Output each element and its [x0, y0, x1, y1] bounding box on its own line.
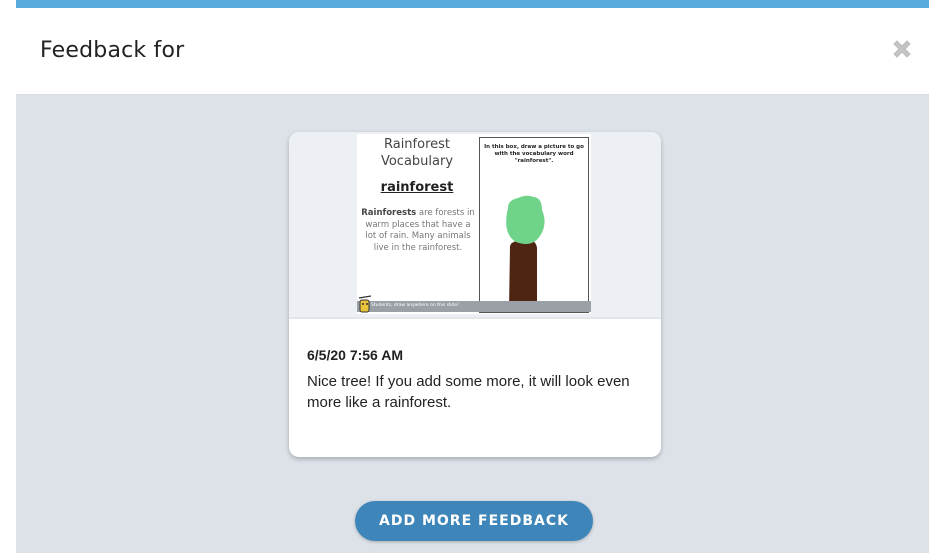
- tree-drawing: [506, 195, 545, 312]
- slide-footer-text: Students, draw anywhere on this slide!: [371, 303, 459, 308]
- mascot-icon: [358, 295, 372, 313]
- feedback-card: Rainforest Vocabulary rainforest Rainfor…: [289, 132, 661, 457]
- add-more-feedback-button[interactable]: ADD MORE FEEDBACK: [355, 501, 593, 541]
- feedback-text: Nice tree! If you add some more, it will…: [307, 373, 630, 411]
- slide-drawing-box: In this box, draw a picture to go with t…: [479, 137, 589, 313]
- slide-vocab-word: rainforest: [380, 180, 454, 195]
- modal-header: Feedback for: [16, 8, 929, 95]
- close-button[interactable]: [889, 36, 915, 62]
- slide-footer-bar: Students, draw anywhere on this slide!: [357, 301, 591, 312]
- modal-title: Feedback for: [40, 38, 185, 63]
- slide-thumbnail[interactable]: Rainforest Vocabulary rainforest Rainfor…: [357, 134, 591, 314]
- modal-accent-bar: [16, 0, 929, 8]
- slide-title: Rainforest Vocabulary: [380, 137, 454, 169]
- page-edge: [0, 0, 16, 553]
- slide-definition-term: Rainforests: [361, 208, 417, 218]
- feedback-timestamp: 6/5/20 7:56 AM: [307, 347, 403, 363]
- modal-body: Rainforest Vocabulary rainforest Rainfor…: [16, 95, 929, 553]
- close-icon: [893, 40, 911, 58]
- feedback-modal: Feedback for Rainforest Vocabulary rainf…: [16, 0, 929, 553]
- slide-thumbnail-area: Rainforest Vocabulary rainforest Rainfor…: [289, 132, 661, 319]
- slide-definition: Rainforests are forests in warm places t…: [359, 208, 477, 254]
